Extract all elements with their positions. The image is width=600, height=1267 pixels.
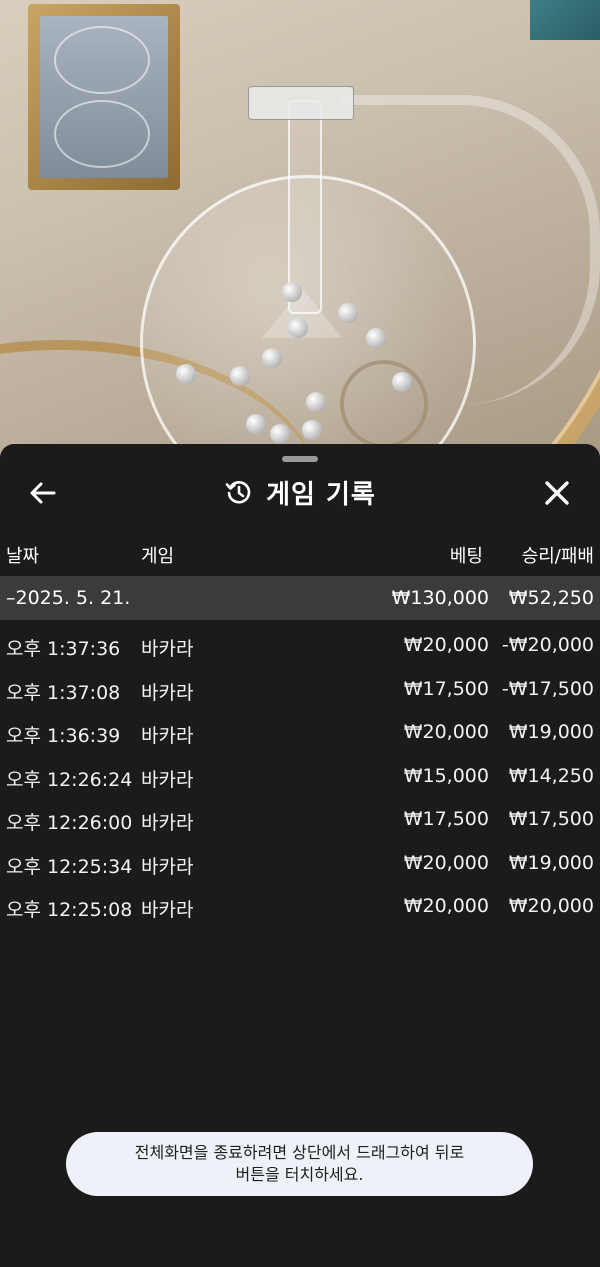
fullscreen-exit-toast: 전체화면을 종료하려면 상단에서 드래그하여 뒤로 버튼을 터치하세요. — [66, 1132, 533, 1196]
summary-result-total: ₩52,250 — [508, 587, 594, 609]
lottery-ball — [282, 282, 302, 302]
table-row[interactable]: 오후 1:37:36 바카라 ₩20,000 -₩20,000 — [0, 620, 600, 664]
result-display-frame — [28, 4, 180, 190]
row-bet: ₩17,500 — [403, 808, 489, 830]
page-title: 게임 기록 — [266, 479, 376, 510]
row-game: 바카라 — [141, 725, 194, 747]
row-result: -₩17,500 — [501, 677, 594, 700]
row-time: 오후 12:26:00 — [6, 812, 133, 834]
sheet-header: 게임 기록 — [0, 466, 600, 518]
history-list: 오후 1:37:36 바카라 ₩20,000 -₩20,000 오후 1:37:… — [0, 620, 600, 925]
table-row[interactable]: 오후 12:25:08 바카라 ₩20,000 ₩20,000 — [0, 881, 600, 925]
row-game: 바카라 — [141, 638, 194, 660]
sheet-drag-handle[interactable] — [282, 456, 318, 462]
row-result: ₩14,250 — [508, 764, 594, 787]
row-time: 오후 1:37:08 — [6, 681, 121, 704]
lottery-ball — [306, 392, 326, 412]
toast-line-1: 전체화면을 종료하려면 상단에서 드래그하여 뒤로 — [134, 1143, 465, 1162]
row-result: ₩17,500 — [508, 808, 594, 830]
row-game: 바카라 — [141, 681, 194, 704]
lottery-ball — [392, 372, 412, 392]
table-row[interactable]: 오후 1:37:08 바카라 ₩17,500 -₩17,500 — [0, 664, 600, 708]
table-row[interactable]: 오후 12:26:24 바카라 ₩15,000 ₩14,250 — [0, 751, 600, 795]
row-bet: ₩20,000 — [403, 721, 489, 743]
summary-date: –2025. 5. 21. — [6, 587, 131, 609]
table-row[interactable]: 오후 12:25:34 바카라 ₩20,000 ₩19,000 — [0, 838, 600, 882]
history-icon — [225, 481, 251, 504]
row-time: 오후 12:25:34 — [6, 855, 133, 878]
lottery-ball — [230, 366, 250, 386]
row-bet: ₩20,000 — [403, 895, 489, 917]
machine-head — [248, 86, 354, 120]
row-result: ₩19,000 — [508, 851, 594, 874]
table-header: 날짜 게임 베팅 승리/패배 — [0, 530, 600, 576]
lottery-ball — [262, 348, 282, 368]
row-bet: ₩20,000 — [403, 851, 489, 874]
lottery-ball — [176, 364, 196, 384]
summary-bet-total: ₩130,000 — [391, 587, 489, 609]
row-game: 바카라 — [141, 899, 194, 921]
lottery-ball — [302, 420, 322, 440]
column-header-result: 승리/패배 — [521, 546, 594, 567]
machine-ring — [340, 360, 428, 448]
toast-line-2: 버튼을 터치하세요. — [235, 1165, 364, 1184]
row-bet: ₩17,500 — [403, 677, 489, 700]
game-history-sheet: 게임 기록 날짜 게임 베팅 승리/패배 –2025. 5. 21. ₩130,… — [0, 444, 600, 1267]
row-game: 바카라 — [141, 768, 194, 791]
live-video-stream — [0, 0, 600, 470]
row-bet: ₩15,000 — [403, 764, 489, 787]
row-time: 오후 12:25:08 — [6, 899, 133, 921]
column-header-date: 날짜 — [6, 546, 40, 567]
row-bet: ₩20,000 — [403, 634, 489, 656]
table-row[interactable]: 오후 1:36:39 바카라 ₩20,000 ₩19,000 — [0, 707, 600, 751]
lottery-ball — [366, 328, 386, 348]
row-game: 바카라 — [141, 855, 194, 878]
column-header-game: 게임 — [141, 546, 175, 567]
lottery-ball — [338, 303, 358, 323]
close-icon — [545, 481, 569, 505]
date-summary-row[interactable]: –2025. 5. 21. ₩130,000 ₩52,250 — [0, 576, 600, 620]
row-result: ₩19,000 — [508, 721, 594, 743]
lottery-ball — [288, 318, 308, 338]
row-game: 바카라 — [141, 812, 194, 834]
row-time: 오후 12:26:24 — [6, 768, 133, 791]
lottery-ball — [270, 424, 290, 444]
lottery-ball — [246, 414, 266, 434]
decor-teal-panel — [530, 0, 600, 40]
close-button[interactable] — [540, 476, 574, 510]
row-result: -₩20,000 — [501, 634, 594, 656]
row-time: 오후 1:36:39 — [6, 725, 121, 747]
table-row[interactable]: 오후 12:26:00 바카라 ₩17,500 ₩17,500 — [0, 794, 600, 838]
row-time: 오후 1:37:36 — [6, 638, 121, 660]
row-result: ₩20,000 — [508, 895, 594, 917]
column-header-bet: 베팅 — [449, 546, 483, 567]
